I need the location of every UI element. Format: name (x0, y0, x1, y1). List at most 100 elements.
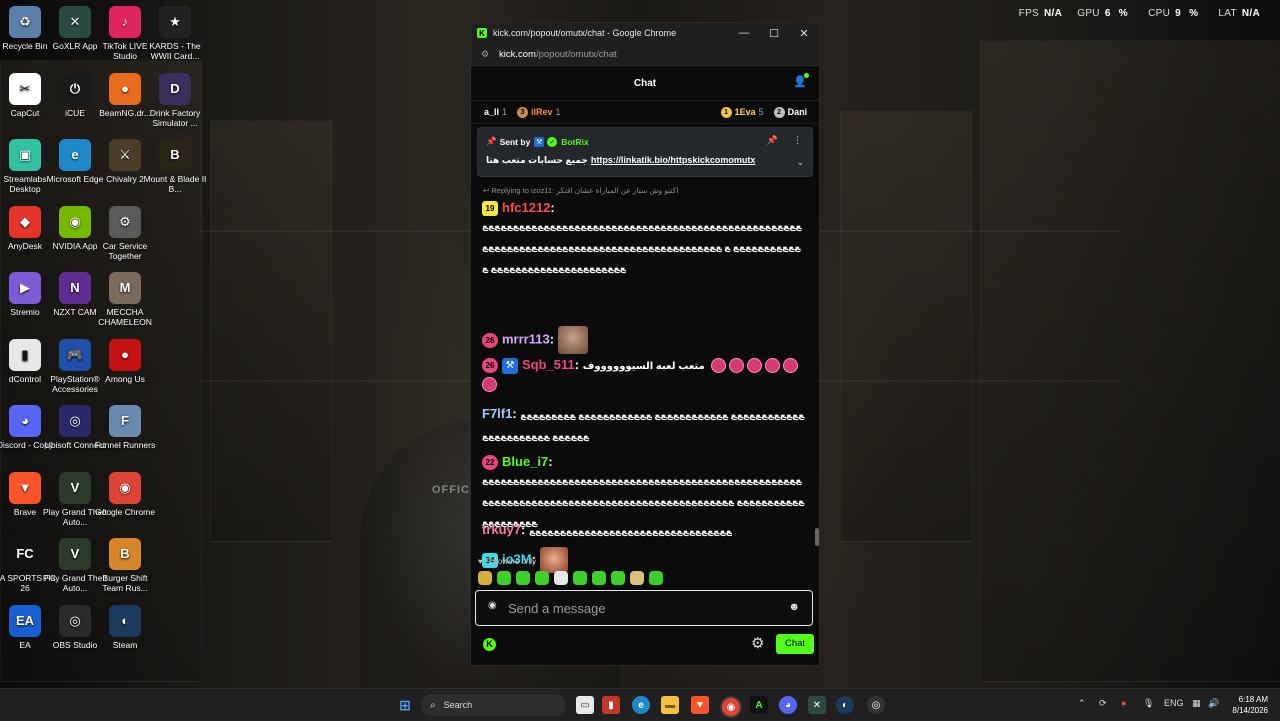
username[interactable]: hfc1212 (502, 200, 550, 215)
close-button[interactable]: ✕ (789, 27, 819, 40)
chevron-down-icon[interactable]: ⌄ (796, 157, 804, 168)
pinned-link[interactable]: https://linkatik.bio/httpskickcomomutx (591, 155, 756, 165)
edge-taskbar-icon[interactable]: e (632, 696, 650, 714)
chat-message: 19 hfc1212: ﻊﻊﻊﻊﻊﻊﻊﻊﻊﻊﻊﻊﻊﻊﻊﻊﻊﻊﻊﻊﻊﻊﻊﻊﻊﻊﻊﻊﻊ… (482, 199, 806, 279)
desktop-shortcut[interactable]: ⚙ Car Service Together (92, 205, 158, 261)
chat-scrollbar[interactable] (815, 528, 819, 546)
pinned-header: 📌 Sent by ⚒ ✓ BotRix (486, 136, 589, 147)
username[interactable]: mrrr113 (502, 331, 550, 346)
meccha-icon: M (109, 272, 141, 304)
desktop-shortcut[interactable]: ◉ Google Chrome (92, 471, 158, 517)
edge-icon: e (59, 139, 91, 171)
desktop-shortcut[interactable]: B Burger Shift Team Rus... (92, 538, 158, 593)
emote-icon (783, 358, 799, 374)
kick-taskbar-icon[interactable]: A (750, 696, 768, 714)
emote-icon (711, 358, 727, 374)
verified-badge-icon: ✓ (547, 136, 558, 147)
title-bar[interactable]: K kick.com/popout/omutx/chat - Google Ch… (471, 23, 819, 43)
emote-image (539, 547, 568, 573)
followers-only-text: Followers only (484, 557, 537, 566)
username[interactable]: trkuy7 (482, 522, 521, 537)
username[interactable]: F7lf1 (482, 406, 512, 421)
steam-taskbar-icon[interactable]: ◐ (836, 696, 854, 714)
emoji-picker-icon[interactable]: ☻ (788, 601, 800, 613)
desktop-shortcut[interactable]: D Drink Factory Simulator ... (142, 72, 208, 128)
kick-logo-icon[interactable]: K (483, 638, 496, 651)
pin-icon[interactable]: 📌 (767, 135, 778, 146)
emote-button[interactable] (554, 571, 568, 585)
perf-overlay: FPS N/A GPU 6 % CPU 9 % LAT N/A (1019, 8, 1260, 19)
rank-coin-icon: 2 (773, 106, 785, 118)
stremio-icon: ▶ (9, 272, 41, 304)
icue-icon: ⏻ (59, 72, 91, 105)
brave-taskbar-icon[interactable]: ▼ (691, 696, 709, 714)
discord-taskbar-icon[interactable]: ◕ (779, 696, 797, 714)
goxlr-taskbar-icon[interactable]: ✕ (808, 696, 826, 714)
pinned-message[interactable]: 📌 Sent by ⚒ ✓ BotRix جميع حسابات متعب هن… (477, 127, 813, 177)
network-icon[interactable]: ▦ (1192, 698, 1201, 709)
emote-button[interactable] (630, 571, 644, 585)
leaderboard-entry[interactable]: 3 ilRev 1 (517, 106, 561, 118)
username[interactable]: Blue_i7 (502, 454, 548, 469)
emote-button[interactable] (497, 571, 511, 585)
emote-button[interactable] (535, 571, 549, 585)
kick-favicon-icon: K (477, 28, 487, 38)
maximize-button[interactable]: ☐ (759, 27, 789, 40)
leaderboard-entry[interactable]: 1 1Eva 5 (720, 106, 764, 118)
volume-icon[interactable]: 🔊 (1208, 698, 1219, 709)
pinned-app-icon[interactable]: ▮ (602, 696, 620, 714)
message-text: ﻊﻊﻊﻊﻊﻊﻊﻊﻊﻊﻊﻊﻊﻊﻊﻊﻊﻊﻊﻊﻊﻊﻊﻊﻊﻊﻊﻊﻊﻊﻊﻊﻊ (528, 526, 732, 536)
emote-button[interactable] (478, 571, 492, 585)
task-view-icon[interactable]: ▭ (576, 696, 594, 714)
desktop-shortcut[interactable]: ◐ Steam (92, 604, 158, 650)
obs-taskbar-icon[interactable]: ◎ (867, 696, 885, 714)
emote-button[interactable] (516, 571, 530, 585)
chat-message: 26 ⚒ Sqb_511: متعب لعبه السيووووووف (482, 356, 806, 393)
tray-app-icon[interactable]: ● (1121, 698, 1126, 708)
emote-button[interactable] (649, 571, 663, 585)
leaderboard-entry[interactable]: 2 Dani (773, 106, 807, 118)
tray-mic-icon[interactable]: 🎙 (1143, 698, 1154, 709)
shelf-beam (820, 230, 1120, 232)
tray-app-icon[interactable]: ⟳ (1099, 698, 1107, 709)
sub-badge: 26 (482, 332, 498, 348)
taskbar-search[interactable]: ⌕ Search (421, 694, 566, 716)
discord-icon: ◕ (9, 405, 41, 437)
bot-name[interactable]: BotRix (561, 137, 588, 147)
mount-blade-icon: B (159, 139, 191, 171)
chrome-taskbar-icon[interactable]: ◉ (720, 696, 742, 718)
emote-button[interactable] (592, 571, 606, 585)
language-indicator[interactable]: ENG (1164, 698, 1184, 708)
followers-only-notice: ♥ Followers only (478, 557, 537, 566)
moderator-badge-icon: ⚒ (502, 357, 518, 374)
desktop-shortcut[interactable]: ● Among Us (92, 338, 158, 384)
more-options-icon[interactable]: ⋮ (793, 135, 802, 146)
quick-emotes (478, 571, 668, 585)
emote-button[interactable] (573, 571, 587, 585)
steam-icon: ◐ (109, 604, 141, 637)
tray-chevron-up-icon[interactable]: ⌃ (1078, 698, 1086, 709)
desktop-shortcut-label: Burger Shift Team Rus... (102, 573, 148, 593)
desktop-shortcut[interactable]: F Funnel Runners (92, 405, 158, 450)
file-explorer-icon[interactable]: ▬ (661, 696, 679, 714)
cpu-unit: % (1189, 8, 1199, 19)
emote-button[interactable] (611, 571, 625, 585)
emote-image (557, 326, 588, 354)
site-info-icon[interactable]: ⚙ (481, 49, 491, 60)
users-icon[interactable]: 👤 (793, 73, 809, 89)
chat-settings-icon[interactable]: ⚙ (751, 634, 764, 652)
start-windows-icon[interactable]: ⊞ (396, 696, 414, 714)
desktop-shortcut[interactable]: B Mount & Blade II B... (142, 139, 208, 194)
system-clock[interactable]: 6:18 AM 8/14/2026 (1226, 694, 1268, 716)
username[interactable]: Sqb_511 (522, 357, 575, 372)
desktop-shortcut[interactable]: ★ KARDS - The WWII Card... (142, 6, 208, 61)
minimize-button[interactable]: — (729, 27, 759, 39)
message-input[interactable]: ◉ Send a message ☻ (475, 590, 813, 626)
streamlabs-icon: ▣ (9, 139, 41, 171)
address-bar[interactable]: ⚙ kick.com/popout/omutx/chat (471, 43, 819, 66)
sub-badge: 22 (482, 455, 498, 471)
record-icon[interactable]: ◉ (488, 600, 497, 611)
desktop-shortcut[interactable]: M MECCHA CHAMELEON (92, 272, 158, 327)
send-chat-button[interactable]: Chat (776, 634, 814, 654)
leaderboard-entry[interactable]: a_ll 1 (484, 107, 507, 117)
